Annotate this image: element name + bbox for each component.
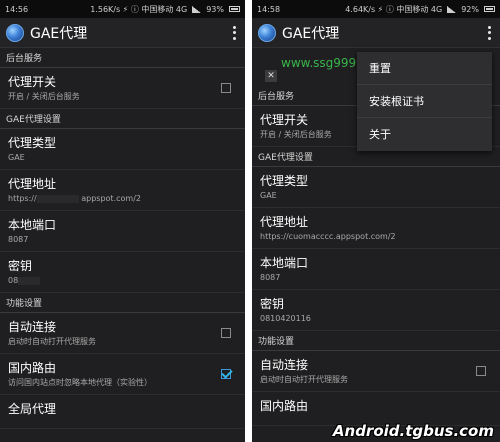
auto-connect-checkbox[interactable] (476, 366, 486, 376)
overflow-menu-icon[interactable] (484, 25, 494, 41)
domestic-route-checkbox[interactable] (221, 369, 231, 379)
section-header-gae: GAE代理设置 (0, 111, 245, 129)
battery-icon (229, 6, 240, 12)
proxy-switch-checkbox[interactable] (221, 83, 231, 93)
pref-title: 密钥 (8, 259, 33, 273)
settings-list: 后台服务 代理开关 开启 / 关闭后台服务 GAE代理设置 代理类型 GAE 代… (0, 50, 245, 429)
pref-summary: https://cuomacccc.appspot.com/2 (260, 232, 396, 241)
pref-domestic-route[interactable]: 国内路由 (252, 392, 500, 426)
action-bar: GAE代理 (0, 18, 245, 48)
status-bar: 14:56 1.56K/s ⚡ ⓘ 中国移动 4G 93% (0, 0, 245, 18)
overflow-menu-icon[interactable] (229, 25, 239, 41)
pref-auto-connect[interactable]: 自动连接 启动时自动打开代理服务 (0, 313, 245, 354)
pref-proxy-switch[interactable]: 代理开关 开启 / 关闭后台服务 (0, 68, 245, 109)
signal-icon (192, 5, 202, 13)
pref-title: 代理地址 (260, 215, 309, 229)
section-header-backend: 后台服务 (0, 50, 245, 68)
pref-title: 代理类型 (8, 136, 57, 150)
battery-percent: 92% (461, 4, 479, 14)
address-suffix: appspot.com/2 (81, 194, 141, 203)
key-value: 08 (8, 276, 19, 285)
pref-title: 国内路由 (260, 399, 309, 413)
pref-title: 国内路由 (8, 361, 57, 375)
pref-title: 全局代理 (8, 402, 57, 416)
pref-summary: 访问国内站点时忽略本地代理（实验性） (8, 378, 152, 387)
action-bar: GAE代理 (252, 18, 500, 48)
status-network-info: 1.56K/s ⚡ ⓘ 中国移动 4G (90, 4, 188, 14)
app-title: GAE代理 (30, 25, 88, 42)
close-icon[interactable]: ✕ (265, 70, 277, 82)
status-time: 14:56 (5, 4, 29, 14)
pref-local-port[interactable]: 本地端口 8087 (252, 249, 500, 290)
pref-summary: 开启 / 关闭后台服务 (8, 92, 80, 101)
pref-proxy-type[interactable]: 代理类型 GAE (0, 129, 245, 170)
pref-title: 代理类型 (260, 174, 309, 188)
phone-screen-left: 14:56 1.56K/s ⚡ ⓘ 中国移动 4G 93% GAE代理 后台服务… (0, 0, 245, 442)
pref-title: 代理地址 (8, 177, 57, 191)
redacted-block (36, 194, 79, 203)
ad-text[interactable]: www.ssg9999 (281, 56, 364, 70)
pref-summary: 0810420116 (260, 314, 311, 323)
menu-item-about[interactable]: 关于 (357, 118, 492, 151)
section-header-function: 功能设置 (252, 333, 500, 351)
app-title: GAE代理 (282, 25, 340, 42)
pref-summary: 8087 (260, 273, 281, 282)
signal-icon (447, 5, 457, 13)
section-header-function: 功能设置 (0, 295, 245, 313)
pref-summary: 8087 (8, 235, 29, 244)
battery-icon (484, 6, 495, 12)
overflow-popup-menu: 重置 安装根证书 关于 (357, 52, 492, 151)
pref-key[interactable]: 密钥 08 (0, 252, 245, 293)
globe-icon[interactable] (6, 23, 24, 42)
menu-item-install-root-cert[interactable]: 安装根证书 (357, 85, 492, 118)
pref-title: 本地端口 (8, 218, 57, 232)
pref-domestic-route[interactable]: 国内路由 访问国内站点时忽略本地代理（实验性） (0, 354, 245, 395)
pref-summary: 启动时自动打开代理服务 (260, 375, 348, 384)
watermark: Android.tgbus.com (332, 422, 494, 440)
pref-proxy-type[interactable]: 代理类型 GAE (252, 167, 500, 208)
pref-global-proxy[interactable]: 全局代理 (0, 395, 245, 429)
auto-connect-checkbox[interactable] (221, 328, 231, 338)
pref-title: 自动连接 (260, 358, 309, 372)
pref-title: 代理开关 (8, 75, 57, 89)
status-time: 14:58 (257, 4, 281, 14)
pref-proxy-address[interactable]: 代理地址 https:// appspot.com/2 (0, 170, 245, 211)
address-prefix: https:// (8, 194, 37, 203)
pref-title: 本地端口 (260, 256, 309, 270)
menu-item-reset[interactable]: 重置 (357, 52, 492, 85)
section-header-gae: GAE代理设置 (252, 149, 500, 167)
battery-percent: 93% (206, 4, 224, 14)
pref-title: 自动连接 (8, 320, 57, 334)
screenshot-comparison: 14:56 1.56K/s ⚡ ⓘ 中国移动 4G 93% GAE代理 后台服务… (0, 0, 500, 442)
status-bar: 14:58 4.64K/s ⚡ ⓘ 中国移动 4G 92% (252, 0, 500, 18)
status-network-info: 4.64K/s ⚡ ⓘ 中国移动 4G (345, 4, 443, 14)
globe-icon[interactable] (258, 23, 276, 42)
pref-key[interactable]: 密钥 0810420116 (252, 290, 500, 331)
pref-summary: GAE (8, 153, 25, 162)
pref-local-port[interactable]: 本地端口 8087 (0, 211, 245, 252)
redacted-block (18, 276, 41, 285)
pref-summary: GAE (260, 191, 277, 200)
pref-auto-connect[interactable]: 自动连接 启动时自动打开代理服务 (252, 351, 500, 392)
pref-summary: 启动时自动打开代理服务 (8, 337, 96, 346)
pref-proxy-address[interactable]: 代理地址 https://cuomacccc.appspot.com/2 (252, 208, 500, 249)
pref-title: 密钥 (260, 297, 285, 311)
